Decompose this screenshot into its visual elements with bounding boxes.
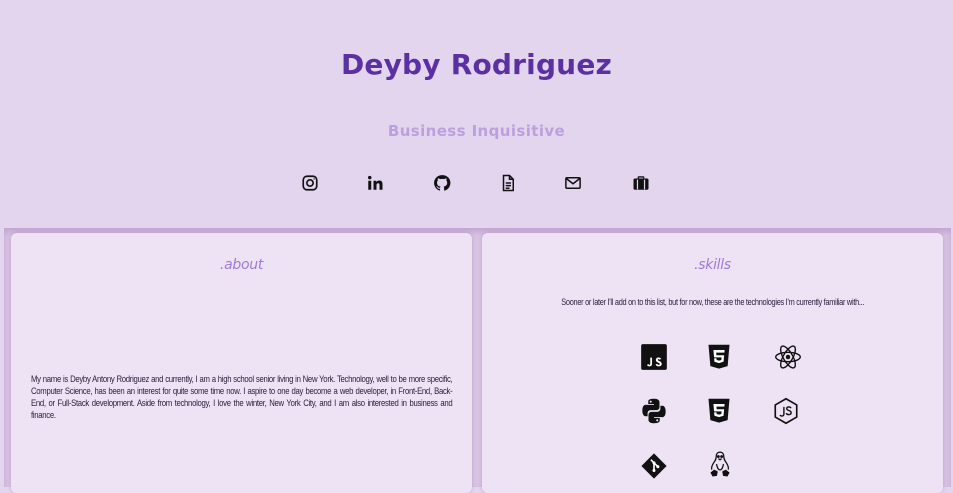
skill-javascript bbox=[639, 342, 669, 372]
git-icon bbox=[641, 453, 667, 479]
skills-intro: Sooner or later I'll add on to this list… bbox=[482, 297, 943, 307]
linux-icon bbox=[710, 451, 730, 477]
skill-linux bbox=[705, 449, 735, 479]
skill-css3 bbox=[704, 396, 734, 426]
page-title: Deyby Rodriguez bbox=[340, 48, 613, 81]
about-card: .about My name is Deyby Antony Rodriguez… bbox=[11, 233, 472, 493]
react-icon bbox=[775, 345, 801, 369]
resume-document-icon bbox=[502, 174, 514, 192]
mail-link[interactable] bbox=[560, 170, 586, 196]
skills-title: .skills bbox=[694, 257, 731, 273]
about-text: My name is Deyby Antony Rodriguez and cu… bbox=[31, 374, 453, 420]
instagram-link[interactable] bbox=[297, 170, 323, 196]
about-title: .about bbox=[219, 257, 264, 273]
nodejs-icon bbox=[774, 397, 798, 425]
social-links bbox=[296, 170, 656, 196]
javascript-icon bbox=[641, 344, 667, 370]
skills-card: .skills Sooner or later I'll add on to t… bbox=[482, 233, 943, 493]
python-icon bbox=[642, 398, 666, 424]
header: Deyby Rodriguez Business Inquisitive bbox=[0, 0, 953, 228]
page-subtitle: Business Inquisitive bbox=[387, 122, 566, 140]
skill-react bbox=[773, 342, 803, 372]
instagram-icon bbox=[302, 175, 318, 191]
skill-git bbox=[639, 451, 669, 481]
skill-python bbox=[639, 396, 669, 426]
briefcase-icon bbox=[633, 176, 649, 190]
resume-link[interactable] bbox=[495, 170, 521, 196]
linkedin-link[interactable] bbox=[362, 170, 388, 196]
github-icon bbox=[434, 175, 451, 191]
skill-nodejs bbox=[771, 396, 801, 426]
skill-html5 bbox=[704, 342, 734, 372]
css3-icon bbox=[708, 398, 730, 423]
skills-intro-text: Sooner or later I'll add on to this list… bbox=[561, 297, 864, 307]
mail-icon bbox=[565, 177, 581, 189]
portfolio-link[interactable] bbox=[628, 170, 654, 196]
linkedin-icon bbox=[368, 175, 383, 190]
github-link[interactable] bbox=[429, 170, 455, 196]
html5-icon bbox=[708, 344, 730, 369]
